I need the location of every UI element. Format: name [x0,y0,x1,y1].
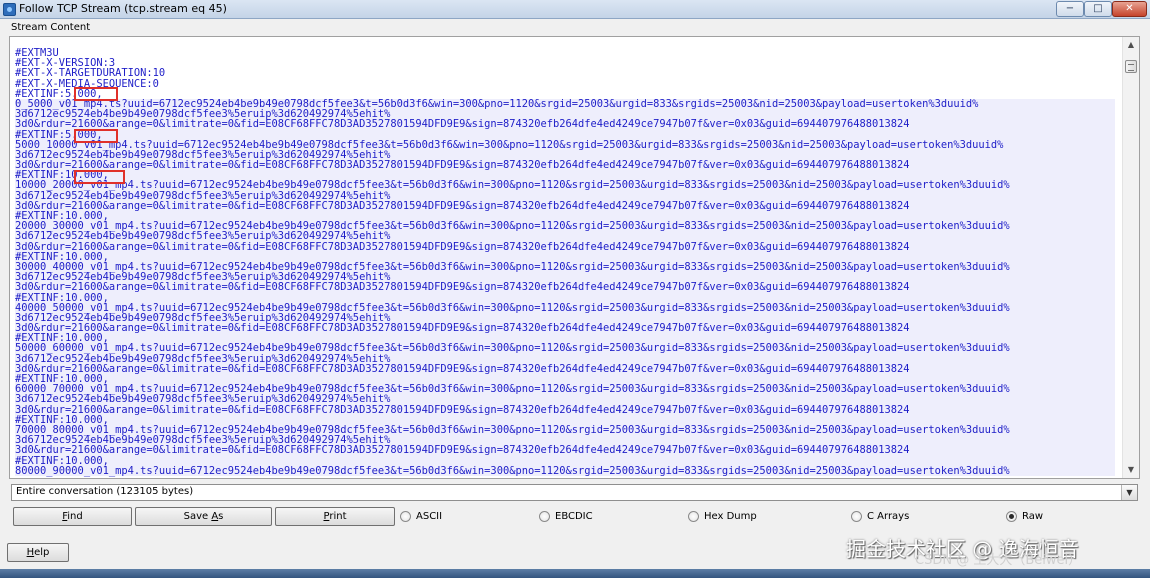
stream-line: 3d0&rdur=21600&arange=0&limitrate=0&fid=… [15,364,1115,374]
os-taskbar[interactable] [0,569,1150,578]
maximize-button[interactable]: □ [1084,1,1112,17]
radio-ebcdic-indicator[interactable] [539,511,550,522]
save-as-label-rest: s [218,511,224,522]
save-as-label-pre: Save [183,511,212,522]
stream-line: 3d0&rdur=21600&arange=0&limitrate=0&fid=… [15,241,1115,252]
radio-hex-dump-indicator[interactable] [688,511,699,522]
help-accel: H [26,547,35,558]
save-as-button[interactable]: Save As [135,507,272,526]
stream-line: 3d0&rdur=21600&arange=0&limitrate=0&fid=… [15,445,1115,456]
minimize-button[interactable]: − [1056,1,1084,17]
radio-hex-dump-label: Hex Dump [704,511,757,522]
stream-line: 3d0&rdur=21600&arange=0&limitrate=0&fid=… [15,404,1115,415]
stream-line: 3d0&rdur=21600&arange=0&limitrate=0&fid=… [15,160,1115,170]
close-button[interactable]: ✕ [1112,1,1147,17]
annotation-box [74,129,118,143]
annotation-box [74,87,118,101]
help-label-rest: elp [34,547,50,558]
window-title: Follow TCP Stream (tcp.stream eq 45) [19,2,227,15]
stream-line: 3d0&rdur=21600&arange=0&limitrate=0&fid=… [15,119,1115,130]
stream-line: 3d0&rdur=21600&arange=0&limitrate=0&fid=… [15,201,1115,211]
scroll-up-arrow-icon[interactable]: ▲ [1123,37,1139,53]
radio-ascii-indicator[interactable] [400,511,411,522]
radio-ascii-label: ASCII [416,511,443,522]
stream-content-label: Stream Content [11,22,91,33]
conversation-select-value: Entire conversation (123105 bytes) [16,486,194,497]
find-label-rest: ind [67,511,83,522]
chevron-down-icon[interactable]: ▼ [1121,485,1137,500]
stream-line: #EXTM3U [15,47,59,59]
find-button[interactable]: Find [13,507,132,526]
radio-c-arrays-label: C Arrays [867,511,910,522]
watermark-subtext: CSDN @ 王大大（Beiwei） [915,553,1082,568]
print-label-rest: rint [329,511,347,522]
stream-text: #EXTM3U #EXT-X-VERSION:3 #EXT-X-TARGETDURA… [15,48,1115,476]
stream-line: #EXT-X-VERSION:3 [15,57,116,70]
scroll-thumb[interactable] [1125,60,1137,73]
vertical-scrollbar[interactable]: ▲ ▼ [1122,37,1139,478]
radio-ebcdic-label: EBCDIC [555,511,593,522]
stream-line: #EXT-X-MEDIA-SEQUENCE:0 [15,77,159,90]
radio-raw-label: Raw [1022,511,1044,522]
title-bar[interactable]: Follow TCP Stream (tcp.stream eq 45) − □… [0,0,1150,19]
radio-raw-indicator[interactable] [1006,511,1017,522]
stream-line: 80000_90000_v01_mp4.ts?uuid=6712ec9524eb… [15,465,1115,476]
help-button[interactable]: Help [7,543,69,562]
stream-line: #EXT-X-TARGETDURATION:10 [15,67,166,80]
conversation-select[interactable]: Entire conversation (123105 bytes) ▼ [11,484,1138,501]
radio-c-arrays-indicator[interactable] [851,511,862,522]
stream-content-area[interactable]: #EXTM3U #EXT-X-VERSION:3 #EXT-X-TARGETDURA… [9,36,1140,479]
print-button[interactable]: Print [275,507,395,526]
stream-line: 3d0&rdur=21600&arange=0&limitrate=0&fid=… [15,323,1115,333]
wireshark-app-icon [3,3,16,16]
annotation-box [74,170,125,184]
scroll-down-arrow-icon[interactable]: ▼ [1123,462,1139,478]
stream-line: 3d0&rdur=21600&arange=0&limitrate=0&fid=… [15,282,1115,293]
